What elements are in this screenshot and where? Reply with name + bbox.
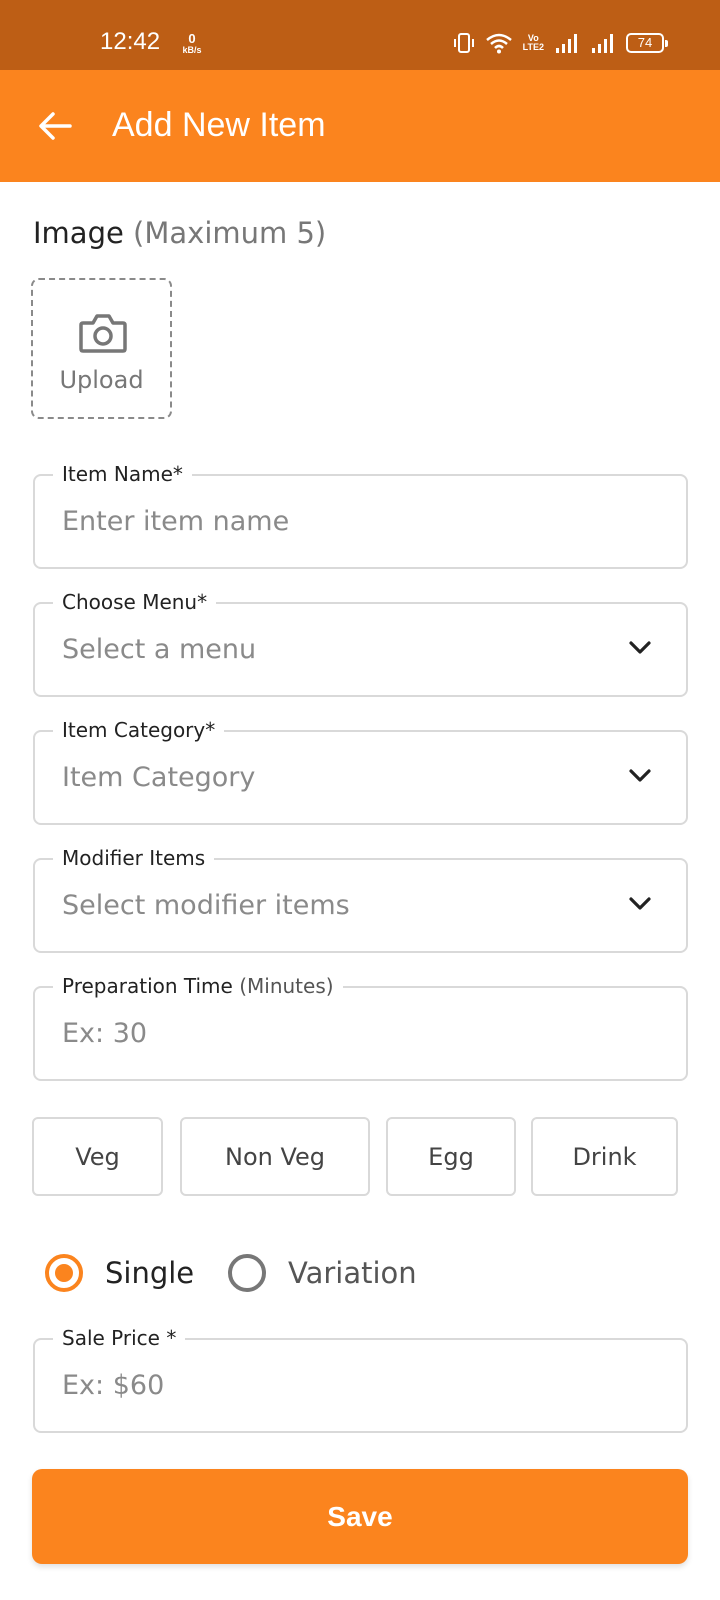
app-bar: Add New Item xyxy=(0,70,720,182)
battery-icon: 74 xyxy=(626,33,668,53)
chevron-down-icon xyxy=(629,769,651,782)
vibrate-icon xyxy=(453,32,475,54)
item-name-field[interactable]: Item Name* Enter item name xyxy=(33,462,688,569)
radio-single-label: Single xyxy=(105,1256,195,1290)
status-time: 12:42 xyxy=(100,28,161,55)
image-section-heading: Image (Maximum 5) xyxy=(33,216,326,250)
radio-single-indicator xyxy=(45,1254,83,1292)
chevron-down-icon xyxy=(629,897,651,910)
preparation-time-unit: (Minutes) xyxy=(239,974,334,998)
signal-icon-2 xyxy=(590,32,616,54)
image-heading-label: Image xyxy=(33,216,124,250)
back-button[interactable] xyxy=(30,101,80,151)
food-type-egg[interactable]: Egg xyxy=(386,1117,516,1196)
choose-menu-select[interactable]: Choose Menu* Select a menu xyxy=(33,590,688,697)
arrow-left-icon xyxy=(39,112,72,140)
sale-price-input[interactable]: Ex: $60 xyxy=(62,1370,164,1401)
item-category-value: Item Category xyxy=(62,762,256,793)
choose-menu-label: Choose Menu* xyxy=(53,590,217,614)
image-upload-button[interactable]: Upload xyxy=(31,278,172,419)
choose-menu-value: Select a menu xyxy=(62,634,257,665)
wifi-icon xyxy=(485,32,513,54)
signal-icon-1 xyxy=(554,32,580,54)
status-icons: Vo LTE2 74 xyxy=(453,30,668,56)
radio-variation[interactable]: Variation xyxy=(228,1254,417,1292)
radio-single[interactable]: Single xyxy=(45,1254,194,1292)
network-speed-value: 0 xyxy=(188,31,196,46)
preparation-time-field[interactable]: Preparation Time (Minutes) Ex: 30 xyxy=(33,974,688,1081)
food-type-drink[interactable]: Drink xyxy=(531,1117,678,1196)
volte-icon: Vo LTE2 xyxy=(523,34,544,52)
radio-variation-indicator xyxy=(228,1254,266,1292)
volte-bottom: LTE2 xyxy=(522,42,544,52)
camera-icon xyxy=(79,314,127,353)
item-category-label: Item Category* xyxy=(53,718,225,742)
sale-price-label: Sale Price * xyxy=(53,1326,186,1350)
item-name-input[interactable]: Enter item name xyxy=(62,506,289,537)
item-name-label: Item Name* xyxy=(53,462,192,486)
modifier-items-label: Modifier Items xyxy=(53,846,215,870)
status-bar: 12:42 0 kB/s Vo LTE2 74 xyxy=(0,0,720,70)
item-category-select[interactable]: Item Category* Item Category xyxy=(33,718,688,825)
preparation-time-label-text: Preparation Time xyxy=(62,974,233,998)
modifier-items-select[interactable]: Modifier Items Select modifier items xyxy=(33,846,688,953)
upload-label: Upload xyxy=(59,366,144,394)
save-button[interactable]: Save xyxy=(32,1469,688,1564)
network-speed-unit: kB/s xyxy=(182,45,202,55)
food-type-non-veg[interactable]: Non Veg xyxy=(180,1117,370,1196)
preparation-time-input[interactable]: Ex: 30 xyxy=(62,1018,147,1049)
image-heading-note: (Maximum 5) xyxy=(133,216,327,250)
sale-price-field[interactable]: Sale Price * Ex: $60 xyxy=(33,1326,688,1433)
network-speed: 0 kB/s xyxy=(180,32,204,55)
chevron-down-icon xyxy=(629,641,651,654)
food-type-veg[interactable]: Veg xyxy=(32,1117,163,1196)
radio-variation-label: Variation xyxy=(288,1256,417,1290)
preparation-time-label: Preparation Time (Minutes) xyxy=(53,974,343,998)
modifier-items-value: Select modifier items xyxy=(62,890,350,921)
page-title: Add New Item xyxy=(112,106,326,144)
